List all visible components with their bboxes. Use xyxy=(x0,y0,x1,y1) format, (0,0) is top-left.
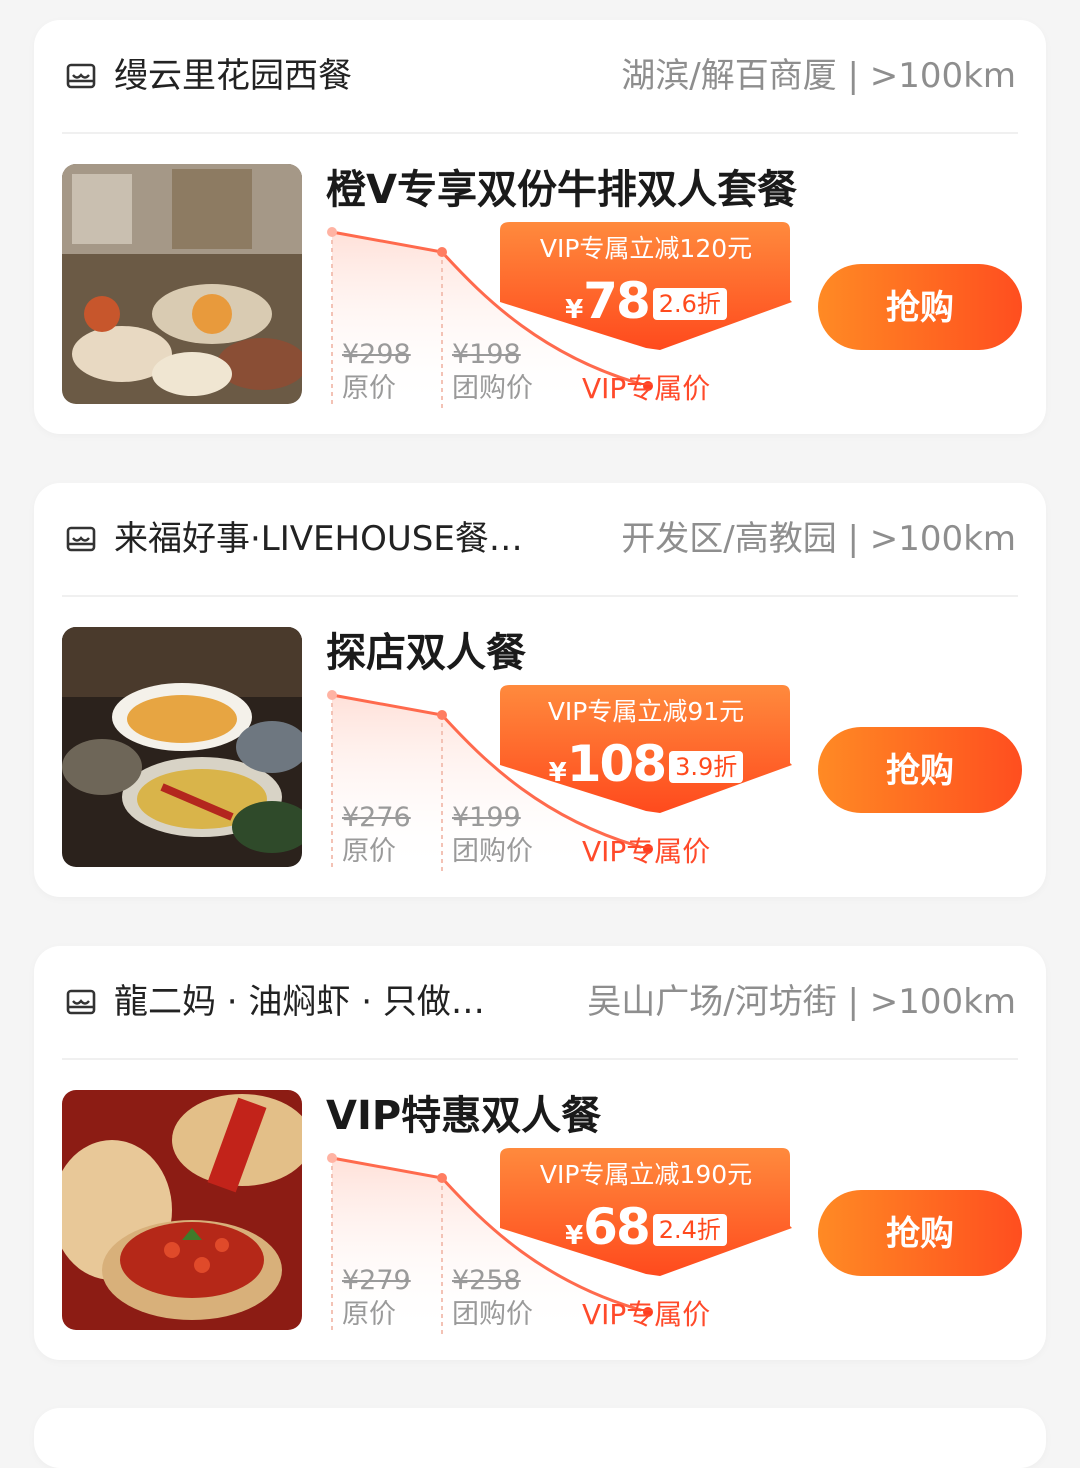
storefront-icon xyxy=(66,63,96,89)
original-price-label: 原价 xyxy=(342,1299,396,1330)
original-price-block: ¥279 原价 xyxy=(342,1264,411,1332)
vip-discount-text: VIP专属立减91元 xyxy=(547,697,745,726)
vip-price-label: VIP专属价 xyxy=(582,1298,711,1331)
vip-discount-text: VIP专属立减190元 xyxy=(539,1160,753,1189)
deal-title: 橙V专享双份牛排双人套餐 xyxy=(326,167,797,213)
shop-header[interactable]: 龍二妈 · 油焖虾 · 只做… 吴山广场/河坊街 | >100km xyxy=(34,946,1046,1060)
divider xyxy=(62,595,1018,597)
vip-price-value: 68 xyxy=(583,1198,651,1256)
deal-card[interactable]: 缦云里花园西餐 湖滨/解百商厦 | >100km 橙V专享双份牛排双人套餐 ¥2… xyxy=(34,20,1046,434)
buy-button[interactable]: 抢购 xyxy=(818,1190,1022,1276)
vip-price-value: 78 xyxy=(583,272,651,330)
vip-price-badge: VIP专属立减190元 ¥68 2.4折 xyxy=(500,1148,792,1276)
storefront-icon xyxy=(66,526,96,552)
deal-card[interactable]: 龍二妈 · 油焖虾 · 只做… 吴山广场/河坊街 | >100km VIP特惠双… xyxy=(34,946,1046,1360)
original-price-label: 原价 xyxy=(342,836,396,867)
shop-header[interactable]: 来福好事·LIVEHOUSE餐… 开发区/高教园 | >100km xyxy=(34,483,1046,597)
buy-button[interactable]: 抢购 xyxy=(818,264,1022,350)
vip-price: ¥78 2.6折 xyxy=(500,272,792,330)
group-price-label: 团购价 xyxy=(452,373,533,404)
vip-price: ¥108 3.9折 xyxy=(500,735,792,793)
deal-title: 探店双人餐 xyxy=(326,630,526,676)
shop-name: 来福好事·LIVEHOUSE餐… xyxy=(114,519,523,559)
deal-title: VIP特惠双人餐 xyxy=(326,1093,602,1139)
vip-price-badge: VIP专属立减120元 ¥78 2.6折 xyxy=(500,222,792,350)
vip-price: ¥68 2.4折 xyxy=(500,1198,792,1256)
discount-rate-badge: 2.6折 xyxy=(652,288,727,320)
vip-discount-text: VIP专属立减120元 xyxy=(539,234,753,263)
original-price: ¥298 xyxy=(342,339,411,370)
original-price: ¥276 xyxy=(342,802,411,833)
vip-price-badge: VIP专属立减91元 ¥108 3.9折 xyxy=(500,685,792,813)
group-price-label: 团购价 xyxy=(452,1299,533,1330)
discount-rate-badge: 2.4折 xyxy=(652,1214,727,1246)
deal-image[interactable] xyxy=(62,627,302,867)
original-price-block: ¥276 原价 xyxy=(342,801,411,869)
original-price-block: ¥298 原价 xyxy=(342,338,411,406)
shop-header[interactable]: 缦云里花园西餐 湖滨/解百商厦 | >100km xyxy=(34,20,1046,134)
original-price: ¥279 xyxy=(342,1265,411,1296)
deal-image[interactable] xyxy=(62,1090,302,1330)
shop-location-distance: 吴山广场/河坊街 | >100km xyxy=(587,982,1016,1022)
shop-location-distance: 开发区/高教园 | >100km xyxy=(621,519,1016,559)
deal-image[interactable] xyxy=(62,164,302,404)
shop-name: 缦云里花园西餐 xyxy=(114,56,352,96)
divider xyxy=(62,132,1018,134)
shop-location-distance: 湖滨/解百商厦 | >100km xyxy=(621,56,1016,96)
storefront-icon xyxy=(66,989,96,1015)
vip-price-value: 108 xyxy=(566,735,667,793)
deal-card[interactable]: 来福好事·LIVEHOUSE餐… 开发区/高教园 | >100km 探店双人餐 xyxy=(34,483,1046,897)
divider xyxy=(62,1058,1018,1060)
group-price-label: 团购价 xyxy=(452,836,533,867)
discount-rate-badge: 3.9折 xyxy=(669,751,744,783)
original-price-label: 原价 xyxy=(342,373,396,404)
buy-button[interactable]: 抢购 xyxy=(818,727,1022,813)
deal-card-partial[interactable] xyxy=(34,1408,1046,1468)
shop-name: 龍二妈 · 油焖虾 · 只做… xyxy=(114,982,485,1022)
vip-price-label: VIP专属价 xyxy=(582,372,711,405)
vip-price-label: VIP专属价 xyxy=(582,835,711,868)
